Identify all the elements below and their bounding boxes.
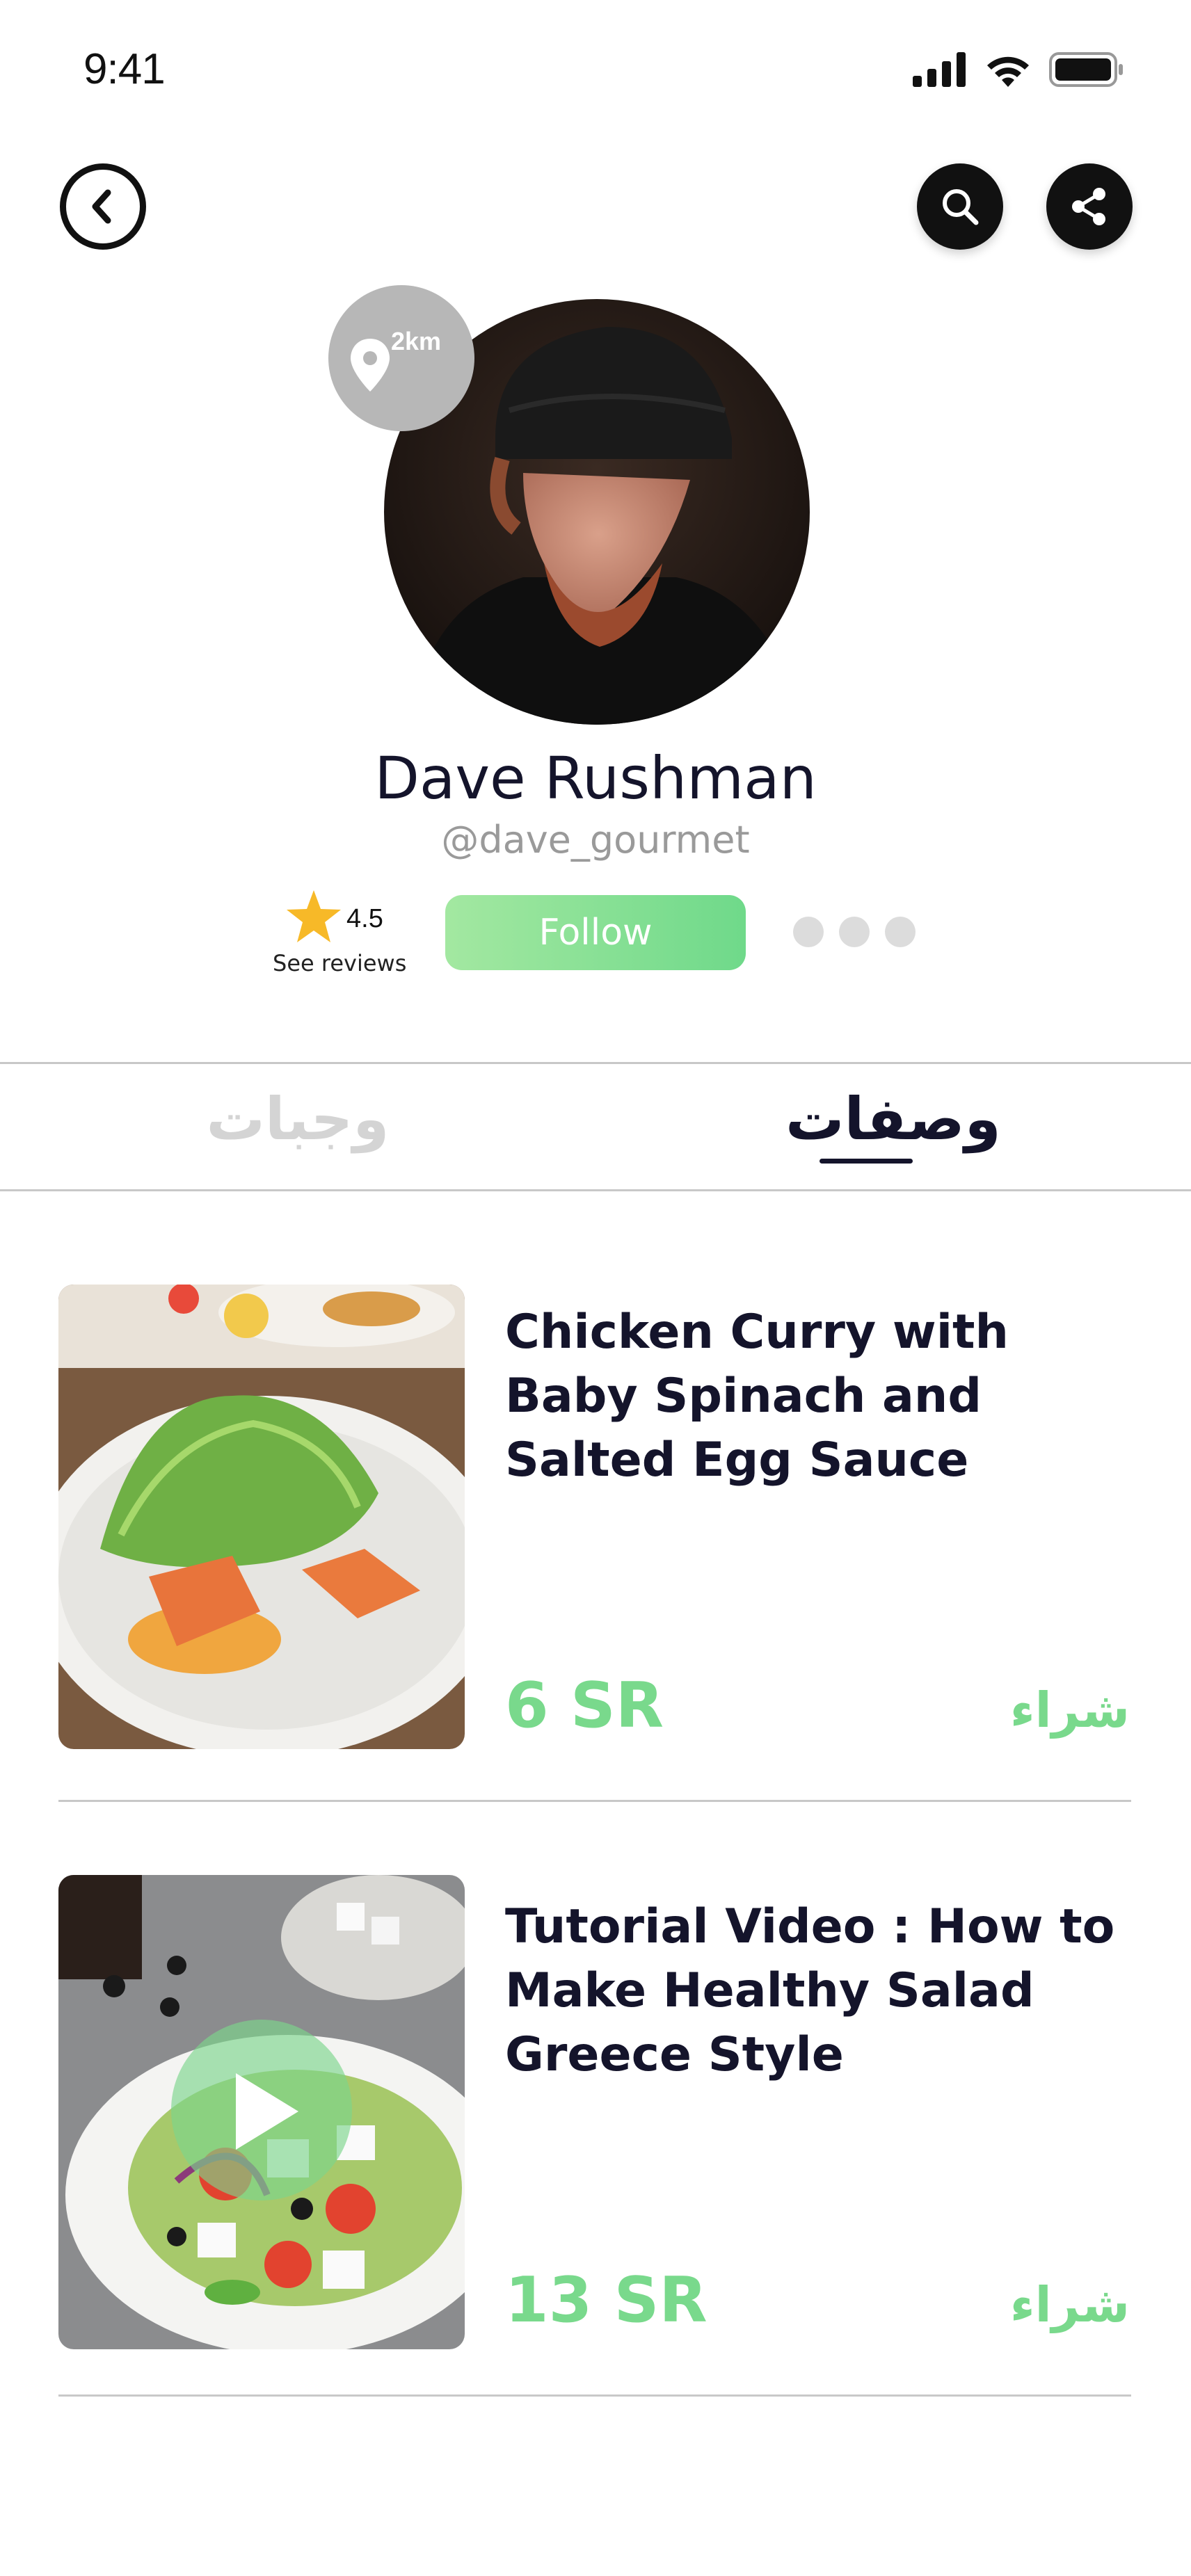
search-button[interactable] [917, 163, 1003, 250]
follow-button[interactable]: Follow [445, 895, 746, 970]
more-options-button[interactable] [793, 917, 916, 947]
item-price: 6 SR [505, 1669, 664, 1742]
rating-value: 4.5 [346, 904, 383, 933]
rating-block[interactable]: 4.5 See reviews [273, 889, 406, 979]
tab-recipes[interactable]: وصفات [596, 1085, 1191, 1153]
status-icons [913, 50, 1124, 89]
share-button[interactable] [1046, 163, 1133, 250]
profile-name: Dave Rushman [374, 744, 817, 812]
location-pin-icon [351, 339, 390, 392]
more-dot-icon [885, 917, 916, 947]
more-dot-icon [793, 917, 824, 947]
item-title: Tutorial Video : How to Make Healthy Sal… [505, 1899, 1115, 2082]
item-price: 13 SR [505, 2264, 708, 2337]
back-button[interactable] [60, 163, 146, 250]
more-dot-icon [839, 917, 870, 947]
tab-meals[interactable]: وجبات [0, 1085, 596, 1153]
battery-icon [1049, 52, 1123, 87]
search-icon [943, 189, 979, 225]
buy-button[interactable]: شراء [1010, 2276, 1130, 2333]
distance-label: 2km [391, 327, 442, 355]
chevron-left-icon [92, 189, 111, 224]
food-photo [58, 1285, 465, 1749]
item-divider [58, 2394, 1131, 2397]
star-icon [287, 890, 341, 942]
status-time: 9:41 [83, 45, 166, 93]
wifi-icon [987, 56, 1029, 87]
item-divider [58, 1800, 1131, 1802]
item-image [58, 1285, 465, 1749]
item-title: Chicken Curry with Baby Spinach and Salt… [505, 1305, 1009, 1488]
see-reviews-link[interactable]: See reviews [273, 950, 406, 976]
cellular-signal-icon [913, 52, 966, 87]
tabs-bottom-divider [0, 1189, 1191, 1191]
profile-handle: @dave_gourmet [441, 818, 750, 862]
food-photo [58, 1875, 465, 2349]
share-icon [1072, 188, 1105, 225]
buy-button[interactable]: شراء [1010, 1682, 1130, 1739]
tabs-top-divider [0, 1062, 1191, 1064]
active-tab-indicator [820, 1159, 913, 1164]
distance-badge: 2km [328, 285, 474, 431]
item-image [58, 1875, 465, 2349]
